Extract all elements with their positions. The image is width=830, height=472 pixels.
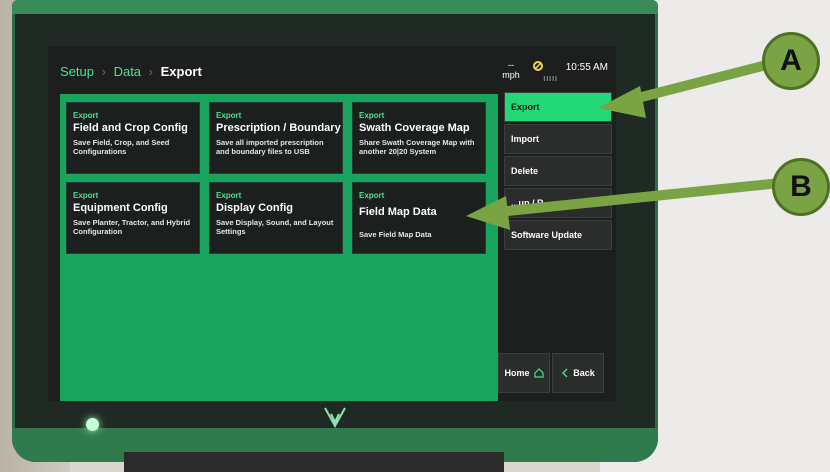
- card-display-config[interactable]: Export Display Config Save Display, Soun…: [209, 182, 343, 254]
- breadcrumb: Setup › Data › Export: [60, 64, 202, 79]
- card-description: Save all imported prescription and bound…: [216, 138, 324, 156]
- annotation-label-a: A: [762, 32, 820, 90]
- sidebar-item-import[interactable]: Import: [504, 124, 612, 154]
- card-title: Swath Coverage Map: [359, 122, 470, 134]
- card-kicker: Export: [73, 111, 99, 120]
- speed-value: --: [508, 60, 514, 70]
- card-description: Save Display, Sound, and Layout Settings: [216, 218, 334, 236]
- card-title: Prescription / Boundary: [216, 122, 341, 134]
- device-mount: [124, 452, 504, 472]
- touch-screen: Setup › Data › Export -- mph IIIII 10:55…: [48, 46, 616, 401]
- back-button[interactable]: Back: [552, 353, 604, 393]
- sidebar-item-delete[interactable]: Delete: [504, 156, 612, 186]
- card-description: Save Field, Crop, and Seed Configuration…: [73, 138, 170, 156]
- card-kicker: Export: [73, 191, 99, 200]
- card-kicker: Export: [216, 111, 242, 120]
- speed-readout: -- mph: [500, 60, 522, 80]
- card-equipment-config[interactable]: Export Equipment Config Save Planter, Tr…: [66, 182, 200, 254]
- home-icon: [533, 368, 544, 378]
- display-device: Setup › Data › Export -- mph IIIII 10:55…: [12, 0, 658, 462]
- sidebar-item-export[interactable]: Export: [504, 92, 612, 122]
- card-field-crop-config[interactable]: Export Field and Crop Config Save Field,…: [66, 102, 200, 174]
- clock-time: 10:55 AM: [565, 62, 608, 73]
- sidebar-item-backup[interactable]: ...up / R...: [504, 188, 612, 218]
- breadcrumb-data[interactable]: Data: [114, 64, 141, 79]
- card-kicker: Export: [359, 191, 385, 200]
- back-label: Back: [573, 368, 595, 378]
- card-description: Save Planter, Tractor, and Hybrid Config…: [73, 218, 191, 236]
- card-title: Field and Crop Config: [73, 122, 188, 134]
- signal-strength: IIIII: [543, 76, 558, 83]
- breadcrumb-separator: ›: [148, 64, 154, 79]
- sidebar-item-software-update[interactable]: Software Update: [504, 220, 612, 250]
- breadcrumb-setup[interactable]: Setup: [60, 64, 94, 79]
- card-prescription-boundary[interactable]: Export Prescription / Boundary Save all …: [209, 102, 343, 174]
- card-kicker: Export: [359, 111, 385, 120]
- card-description: Share Swath Coverage Map with another 20…: [359, 138, 475, 156]
- annotation-label-b: B: [772, 158, 830, 216]
- home-label: Home: [504, 368, 530, 378]
- card-field-map-data[interactable]: Export Field Map Data Save Field Map Dat…: [352, 182, 486, 254]
- breadcrumb-current: Export: [160, 64, 202, 79]
- chevron-left-icon: [562, 368, 568, 378]
- export-options-panel: Export Field and Crop Config Save Field,…: [60, 94, 498, 401]
- breadcrumb-separator: ›: [101, 64, 106, 79]
- power-indicator-light: [86, 418, 99, 431]
- card-description: Save Field Map Data: [359, 230, 432, 239]
- speed-unit: mph: [502, 70, 520, 80]
- screen-header: Setup › Data › Export -- mph IIIII 10:55…: [48, 46, 616, 90]
- home-button[interactable]: Home: [498, 353, 550, 393]
- card-title: Equipment Config: [73, 202, 168, 214]
- card-title: Field Map Data: [359, 206, 437, 218]
- card-swath-coverage-map[interactable]: Export Swath Coverage Map Share Swath Co…: [352, 102, 486, 174]
- gps-satellite-icon: [533, 61, 543, 71]
- card-title: Display Config: [216, 202, 294, 214]
- brand-logo-icon: [324, 407, 346, 429]
- device-top-bezel: [12, 0, 658, 14]
- card-kicker: Export: [216, 191, 242, 200]
